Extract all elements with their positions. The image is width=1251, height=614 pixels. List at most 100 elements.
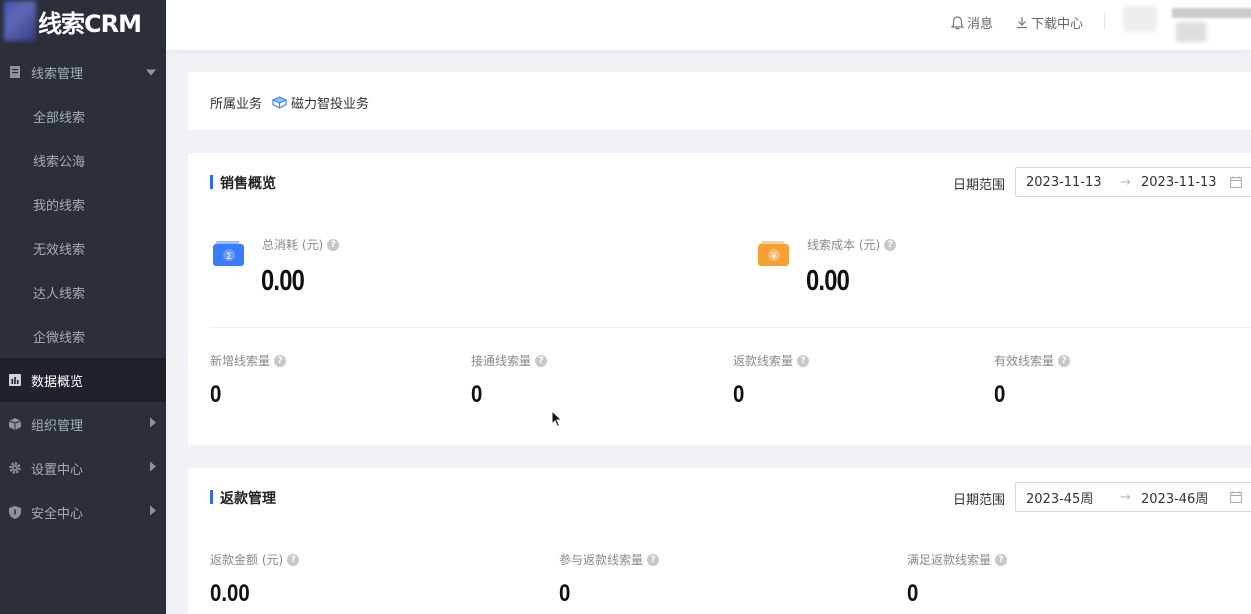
- caret-right-icon: [150, 505, 156, 520]
- svg-text:¥: ¥: [771, 252, 777, 262]
- wallet-sigma-icon: Σ: [212, 239, 244, 267]
- sidebar-item-label: 达人线索: [33, 286, 86, 302]
- help-icon[interactable]: ?: [287, 553, 300, 566]
- refund-amount-value: 0.00: [210, 580, 250, 607]
- date-separator: →: [1120, 174, 1131, 190]
- cube-icon: [272, 96, 287, 109]
- satisfied-leads-value: 0: [907, 580, 919, 607]
- bar-chart-icon: [8, 373, 22, 387]
- help-icon[interactable]: ?: [274, 354, 287, 367]
- valid-leads-label: 有效线索量 ?: [994, 352, 1071, 369]
- lead-cost-label: 线索成本 (元) ?: [807, 236, 897, 253]
- caret-right-icon: [150, 417, 156, 432]
- refund-leads-value: 0: [733, 381, 745, 408]
- help-icon[interactable]: ?: [1058, 354, 1071, 367]
- total-spend-label: 总消耗 (元) ?: [262, 236, 340, 253]
- new-leads-value: 0: [210, 381, 222, 408]
- valid-leads-value: 0: [994, 381, 1006, 408]
- section-title: 销售概览: [210, 173, 276, 193]
- sidebar-item-influencer-leads[interactable]: 达人线索: [0, 270, 166, 314]
- sidebar-item-label: 线索管理: [31, 66, 84, 82]
- satisfied-leads-label: 满足返款线索量 ?: [907, 551, 1008, 568]
- section-title: 返款管理: [210, 488, 276, 508]
- sidebar-item-label: 我的线索: [33, 198, 86, 214]
- bell-icon: [951, 15, 964, 30]
- help-icon[interactable]: ?: [327, 238, 340, 251]
- cube-icon: [8, 417, 22, 431]
- connected-leads-label-text: 接通线索量: [471, 354, 532, 368]
- user-name-redacted: [1172, 8, 1251, 18]
- help-icon[interactable]: ?: [995, 553, 1008, 566]
- messages-label: 消息: [967, 17, 994, 32]
- total-spend-label-text: 总消耗 (元): [262, 238, 324, 252]
- avatar[interactable]: [1123, 6, 1157, 32]
- date-separator: →: [1120, 489, 1131, 505]
- week-range-picker[interactable]: 2023-45周 → 2023-46周: [1015, 482, 1251, 512]
- sidebar-menu: 线索管理 全部线索 线索公海 我的线索 无效线索 达人线索 企微线索 数据概览 …: [0, 50, 166, 534]
- date-start[interactable]: 2023-11-13: [1026, 175, 1102, 190]
- calendar-icon[interactable]: [1230, 491, 1242, 507]
- sidebar-item-label: 设置中心: [31, 462, 84, 478]
- new-leads-label-text: 新增线索量: [210, 354, 271, 368]
- refund-amount-label-text: 返款金额 (元): [210, 553, 284, 567]
- sidebar-item-wecom-leads[interactable]: 企微线索: [0, 314, 166, 358]
- mouse-cursor-icon: [551, 409, 563, 432]
- messages-button[interactable]: 消息: [951, 13, 993, 32]
- business-card: 所属业务 磁力智投业务: [188, 72, 1251, 130]
- calendar-icon[interactable]: [1230, 176, 1242, 192]
- new-leads-label: 新增线索量 ?: [210, 352, 287, 369]
- sidebar-item-security[interactable]: 安全中心: [0, 490, 166, 534]
- svg-text:Σ: Σ: [226, 252, 232, 262]
- sidebar-item-settings[interactable]: 设置中心: [0, 446, 166, 490]
- help-icon[interactable]: ?: [884, 238, 897, 251]
- top-header: 消息 下载中心: [166, 0, 1251, 50]
- refund-leads-label: 返款线索量 ?: [733, 352, 810, 369]
- section-divider: [210, 327, 1251, 328]
- refund-leads-label-text: 返款线索量: [733, 354, 794, 368]
- help-icon[interactable]: ?: [647, 553, 660, 566]
- lead-cost-label-text: 线索成本 (元): [807, 238, 881, 252]
- sidebar-item-leads[interactable]: 线索管理: [0, 50, 166, 94]
- document-icon: [8, 65, 22, 79]
- date-range-label: 日期范围: [953, 178, 1006, 193]
- logo-text: 线索CRM: [38, 9, 142, 38]
- connected-leads-label: 接通线索量 ?: [471, 352, 548, 369]
- user-info-redacted: [1176, 22, 1206, 42]
- participating-leads-label: 参与返款线索量 ?: [559, 551, 660, 568]
- sidebar-item-label: 组织管理: [31, 418, 84, 434]
- valid-leads-label-text: 有效线索量: [994, 354, 1055, 368]
- leads-submenu: 全部线索 线索公海 我的线索 无效线索 达人线索 企微线索: [0, 94, 166, 358]
- sidebar-item-my-leads[interactable]: 我的线索: [0, 182, 166, 226]
- sidebar-item-label: 数据概览: [31, 374, 84, 390]
- sidebar-item-lead-pool[interactable]: 线索公海: [0, 138, 166, 182]
- week-end[interactable]: 2023-46周: [1141, 488, 1208, 507]
- logo-mark: [4, 1, 36, 41]
- participating-leads-value: 0: [559, 580, 571, 607]
- shield-icon: [8, 505, 22, 519]
- help-icon[interactable]: ?: [797, 354, 810, 367]
- sidebar-item-label: 安全中心: [31, 506, 84, 522]
- sidebar-item-label: 无效线索: [33, 242, 86, 258]
- header-divider: [1104, 12, 1105, 30]
- date-range-picker[interactable]: 2023-11-13 → 2023-11-13: [1015, 167, 1251, 197]
- sidebar-item-invalid-leads[interactable]: 无效线索: [0, 226, 166, 270]
- business-value: 磁力智投业务: [291, 97, 370, 112]
- connected-leads-value: 0: [471, 381, 483, 408]
- sidebar-item-data-overview[interactable]: 数据概览: [0, 358, 166, 402]
- sales-overview-card: 销售概览 日期范围 2023-11-13 → 2023-11-13 Σ 总消耗 …: [188, 153, 1251, 445]
- help-icon[interactable]: ?: [535, 354, 548, 367]
- week-start[interactable]: 2023-45周: [1026, 488, 1093, 507]
- caret-down-icon: [146, 65, 156, 80]
- refund-management-card: 返款管理 日期范围 2023-45周 → 2023-46周 返款金额 (元) ?…: [188, 468, 1251, 614]
- sidebar: 线索CRM 线索管理 全部线索 线索公海 我的线索 无效线索 达人线索 企微线索…: [0, 0, 166, 614]
- logo[interactable]: 线索CRM: [0, 0, 166, 42]
- sidebar-item-organization[interactable]: 组织管理: [0, 402, 166, 446]
- date-end[interactable]: 2023-11-13: [1141, 175, 1217, 190]
- gear-icon: [8, 461, 22, 475]
- participating-leads-label-text: 参与返款线索量: [559, 553, 644, 567]
- business-selector[interactable]: 磁力智投业务: [272, 93, 369, 112]
- total-spend-value: 0.00: [261, 265, 305, 297]
- download-center-button[interactable]: 下载中心: [1016, 13, 1083, 32]
- sidebar-item-all-leads[interactable]: 全部线索: [0, 94, 166, 138]
- sidebar-item-label: 线索公海: [33, 154, 86, 170]
